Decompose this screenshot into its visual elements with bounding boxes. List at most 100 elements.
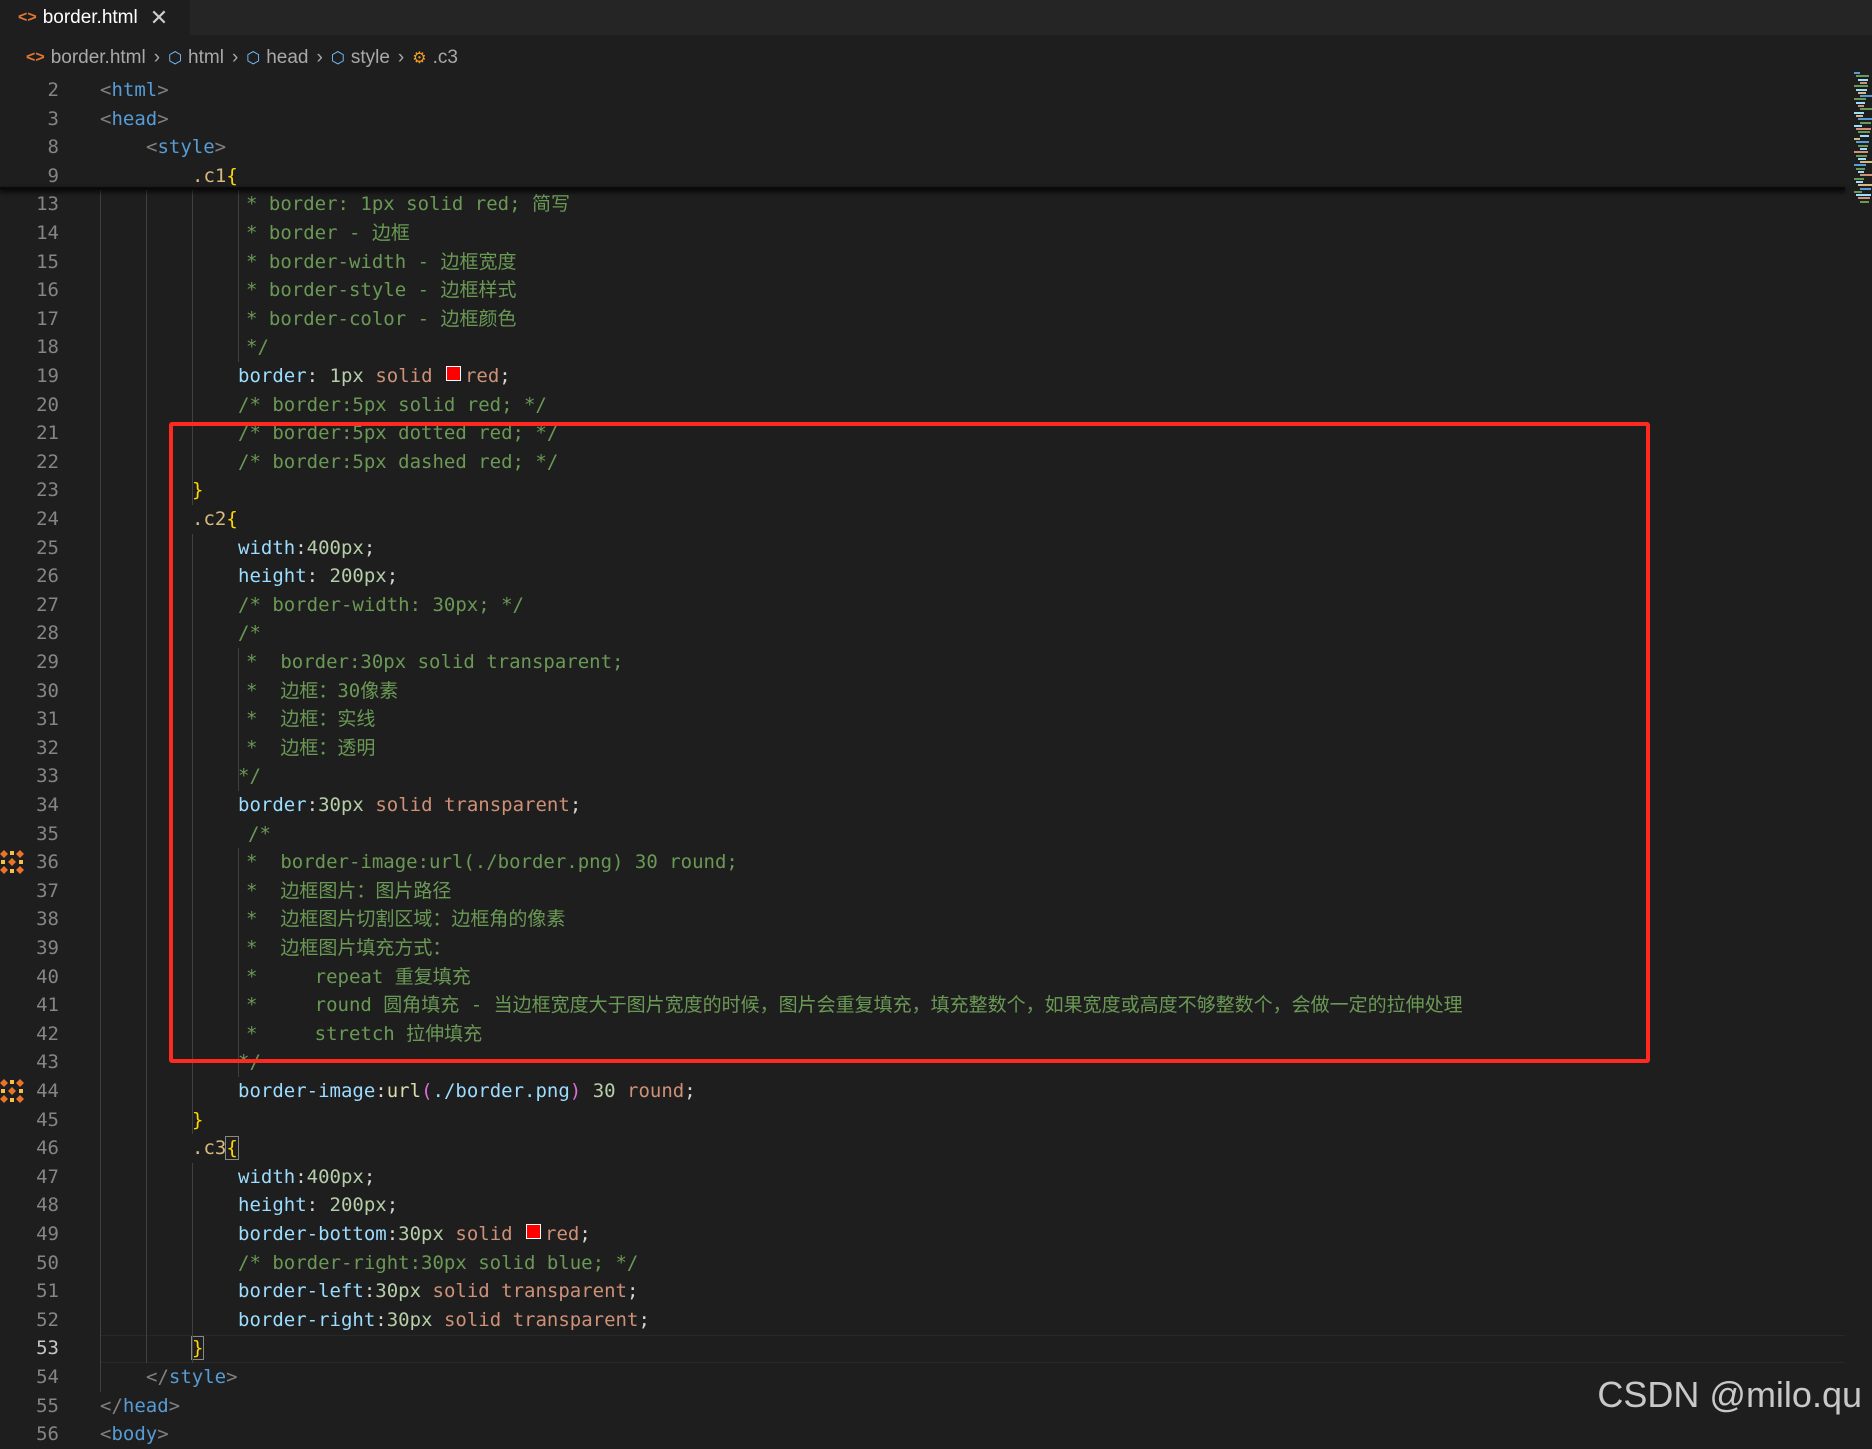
code-line[interactable]: 44 border-image:url(./border.png) 30 roun…	[0, 1077, 1850, 1106]
minimap-line	[1856, 114, 1863, 117]
minimap-line	[1856, 167, 1865, 170]
breadcrumb-item-style[interactable]: ⬡ style	[331, 47, 390, 69]
line-number: 50	[36, 1251, 59, 1274]
code-line[interactable]: 18 */	[0, 333, 1850, 362]
color-swatch[interactable]	[445, 366, 461, 381]
line-number: 48	[36, 1194, 59, 1217]
code-line[interactable]: 55 </head>	[0, 1392, 1850, 1421]
minimap-line	[1858, 105, 1864, 107]
color-swatch[interactable]	[526, 1224, 542, 1239]
code-text[interactable]: border-left:30px solid transparent;	[238, 1277, 638, 1306]
image-preview-icon[interactable]	[0, 1079, 24, 1103]
code-line[interactable]: 16 * border-style - 边框样式	[0, 276, 1850, 305]
code-line[interactable]: 2 <html>	[0, 76, 1850, 105]
minimap-line	[1860, 134, 1869, 137]
line-number: 51	[36, 1280, 59, 1303]
minimap-line	[1854, 72, 1860, 74]
code-line[interactable]: 54 </style>	[0, 1363, 1850, 1392]
code-line[interactable]: 56 <body>	[0, 1420, 1850, 1449]
code-line[interactable]: 13 * border: 1px solid red; 简写	[0, 190, 1850, 219]
code-line[interactable]: 52 border-right:30px solid transparent;	[0, 1306, 1850, 1335]
minimap[interactable]	[1852, 72, 1872, 212]
breadcrumb-item-file[interactable]: <> border.html	[26, 47, 146, 69]
code-line[interactable]: 3 <head>	[0, 105, 1850, 134]
minimap-line	[1856, 141, 1869, 144]
line-number: 35	[36, 822, 59, 845]
breadcrumb-label: .c3	[432, 47, 458, 68]
line-number: 20	[36, 393, 59, 416]
code-line[interactable]: 19 border: 1px solid red;	[0, 362, 1850, 391]
code-text[interactable]: <html>	[100, 76, 169, 105]
code-text[interactable]: * border: 1px solid red; 简写	[246, 190, 570, 219]
image-preview-icon[interactable]	[0, 850, 24, 875]
code-text[interactable]: }	[192, 1106, 203, 1135]
code-text[interactable]: width:400px;	[238, 1163, 375, 1192]
code-text[interactable]: <style>	[146, 133, 226, 162]
code-line[interactable]: 49 border-bottom:30px solid red;	[0, 1220, 1850, 1249]
line-number: 37	[36, 879, 59, 902]
line-number: 8	[47, 136, 59, 159]
code-text[interactable]: border-bottom:30px solid red;	[238, 1220, 591, 1249]
line-number: 25	[36, 536, 59, 559]
code-text[interactable]: /* border-right:30px solid blue; */	[238, 1249, 638, 1278]
code-line[interactable]: 17 * border-color - 边框颜色	[0, 305, 1850, 334]
chevron-right-icon: ›	[231, 47, 239, 68]
code-line[interactable]: 47 width:400px;	[0, 1163, 1850, 1192]
minimap-line	[1854, 111, 1864, 114]
minimap-line	[1858, 197, 1870, 200]
line-number: 14	[36, 222, 59, 244]
line-number: 17	[36, 307, 59, 330]
code-line[interactable]: 46 .c3{	[0, 1134, 1850, 1163]
tab-bar: <> border.html ✕	[0, 0, 1872, 36]
code-text[interactable]: * border-color - 边框颜色	[246, 305, 516, 334]
code-text[interactable]: /* border:5px solid red; */	[238, 391, 547, 420]
line-number: 28	[36, 622, 59, 645]
code-text[interactable]: border: 1px solid red;	[238, 362, 511, 391]
code-text[interactable]: <body>	[100, 1420, 169, 1449]
code-text[interactable]: border-right:30px solid transparent;	[238, 1306, 650, 1335]
code-line[interactable]: 51 border-left:30px solid transparent;	[0, 1277, 1850, 1306]
tab-border-html[interactable]: <> border.html ✕	[0, 0, 190, 35]
code-line[interactable]: 15 * border-width - 边框宽度	[0, 248, 1850, 277]
line-number: 34	[36, 794, 59, 816]
code-text[interactable]: height: 200px;	[238, 1191, 398, 1220]
line-number: 52	[36, 1308, 59, 1331]
code-text[interactable]: </head>	[100, 1392, 180, 1421]
line-number: 19	[36, 365, 59, 387]
code-text[interactable]: * border - 边框	[246, 219, 410, 248]
code-line[interactable]: 50 /* border-right:30px solid blue; */	[0, 1249, 1850, 1278]
code-line[interactable]: 14 * border - 边框	[0, 219, 1850, 248]
code-text[interactable]: * border-style - 边框样式	[246, 276, 516, 305]
minimap-line	[1860, 81, 1867, 84]
indent-guide	[100, 190, 101, 1392]
code-text[interactable]: .c3{	[192, 1134, 239, 1163]
breadcrumb-item-head[interactable]: ⬡ head	[246, 47, 308, 69]
breadcrumb-item-html[interactable]: ⬡ html	[168, 47, 224, 69]
minimap-line	[1854, 138, 1860, 140]
line-number: 33	[36, 765, 59, 788]
code-text[interactable]: </style>	[146, 1363, 238, 1392]
code-text[interactable]: * border-width - 边框宽度	[246, 248, 516, 277]
close-icon[interactable]: ✕	[150, 5, 168, 31]
code-line[interactable]: 20 /* border:5px solid red; */	[0, 391, 1850, 420]
html-file-icon: <>	[18, 8, 37, 26]
line-number: 40	[36, 965, 59, 988]
breadcrumb-item-c3[interactable]: ⚙ .c3	[412, 47, 458, 69]
breadcrumb-label: head	[266, 47, 309, 68]
line-number: 30	[36, 679, 59, 702]
code-text[interactable]: }	[190, 1334, 205, 1363]
minimap-line	[1860, 174, 1872, 177]
code-text[interactable]: border-image:url(./border.png) 30 round;	[238, 1077, 696, 1106]
code-line[interactable]: 48 height: 200px;	[0, 1191, 1850, 1220]
line-number: 32	[36, 736, 59, 759]
indent-guide	[192, 1162, 193, 1363]
html-file-icon: <>	[26, 49, 45, 66]
code-line[interactable]: 8 <style>	[0, 133, 1850, 162]
minimap-line	[1854, 177, 1864, 180]
code-line[interactable]: 53}	[0, 1334, 1850, 1364]
code-text[interactable]: <head>	[100, 105, 169, 134]
minimap-line	[1860, 108, 1872, 111]
tab-title: border.html	[42, 6, 138, 28]
code-text[interactable]: */	[246, 333, 269, 362]
code-line[interactable]: 45}	[0, 1106, 1850, 1135]
